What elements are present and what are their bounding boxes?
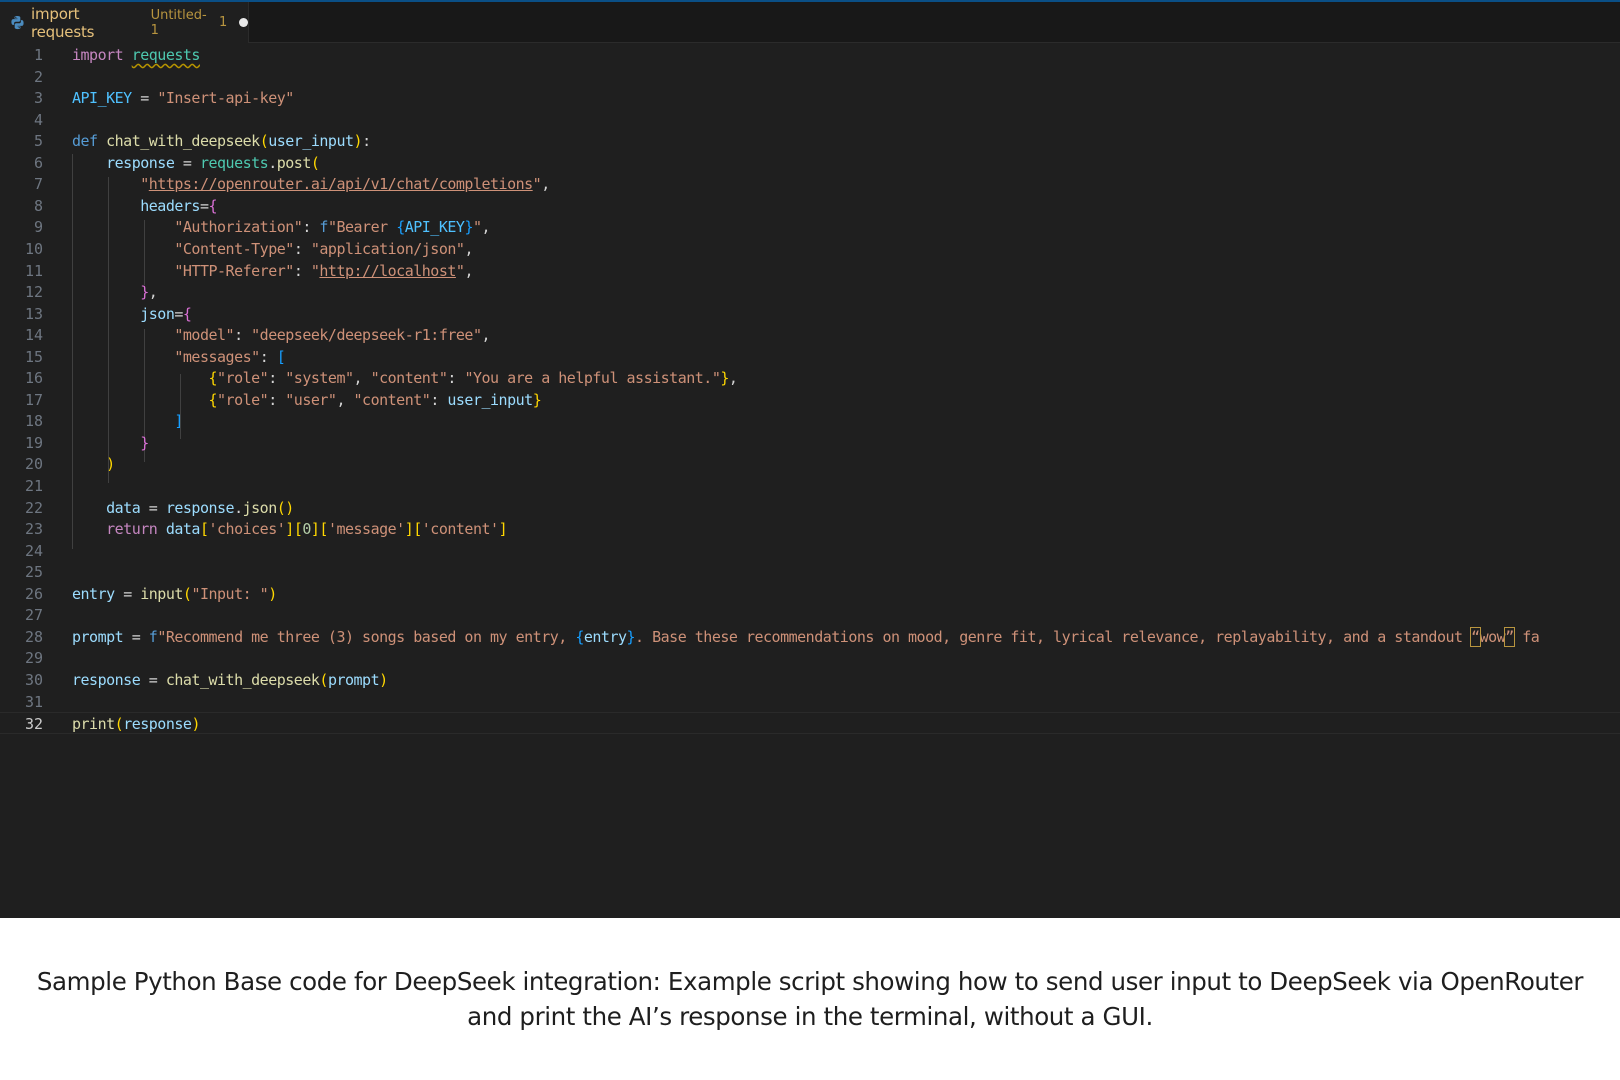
line-number: 17 [24, 390, 43, 409]
line-number: 22 [24, 498, 43, 517]
line-number: 11 [24, 261, 43, 280]
code-line[interactable]: 31 [0, 691, 1620, 713]
line-number: 4 [33, 110, 43, 129]
line-number: 19 [24, 433, 43, 452]
code-line[interactable]: 4 [0, 109, 1620, 131]
code-line[interactable]: 5 def chat_with_deepseek(user_input): [0, 130, 1620, 152]
code-line[interactable]: 21 [0, 475, 1620, 497]
code-line[interactable]: 18 ] [0, 410, 1620, 432]
line-number: 18 [24, 412, 43, 431]
line-number: 26 [24, 584, 43, 603]
code-text: response = chat_with_deepseek(prompt) [72, 670, 388, 689]
code-text: "HTTP-Referer": "http://localhost", [174, 261, 473, 280]
editor-window: import requests Untitled-1 1 1 import req… [0, 0, 1620, 918]
tab-problem-count: 1 [219, 15, 228, 30]
code-text: prompt = f"Recommend me three (3) songs … [72, 626, 1540, 647]
code-line[interactable]: 11 "HTTP-Referer": "http://localhost", [0, 260, 1620, 282]
tab-untitled-1[interactable]: import requests Untitled-1 1 [0, 2, 249, 43]
code-text: headers={ [140, 196, 218, 215]
code-line[interactable]: 3 API_KEY = "Insert-api-key" [0, 87, 1620, 109]
line-number: 9 [33, 218, 43, 237]
line-number: 15 [24, 347, 43, 366]
code-line[interactable]: 1 import requests [0, 44, 1620, 66]
code-line[interactable]: 16 {"role": "system", "content": "You ar… [0, 367, 1620, 389]
code-line[interactable]: 13 json={ [0, 303, 1620, 325]
code-line[interactable]: 15 "messages": [ [0, 346, 1620, 368]
line-number: 7 [33, 175, 43, 194]
line-number: 12 [24, 283, 43, 302]
code-line[interactable]: 10 "Content-Type": "application/json", [0, 238, 1620, 260]
code-line[interactable]: 28 prompt = f"Recommend me three (3) song… [0, 626, 1620, 648]
code-text: def chat_with_deepseek(user_input): [72, 132, 371, 151]
line-number: 32 [24, 715, 43, 734]
unsaved-dot-icon[interactable] [239, 18, 248, 27]
code-text: ) [106, 455, 115, 474]
code-text: } [140, 433, 149, 452]
code-line[interactable]: 29 [0, 647, 1620, 669]
code-line[interactable]: 17 {"role": "user", "content": user_inpu… [0, 389, 1620, 411]
line-number: 29 [24, 649, 43, 668]
code-text: ] [174, 412, 183, 431]
python-icon [10, 15, 25, 30]
code-line[interactable]: 12 }, [0, 281, 1620, 303]
code-line[interactable]: 8 headers={ [0, 195, 1620, 217]
line-number: 3 [33, 89, 43, 108]
code-line[interactable]: 24 [0, 540, 1620, 562]
code-text: entry = input("Input: ") [72, 584, 277, 603]
line-number: 27 [24, 606, 43, 625]
code-line[interactable]: 14 "model": "deepseek/deepseek-r1:free", [0, 324, 1620, 346]
line-number: 14 [24, 326, 43, 345]
code-text: data = response.json() [106, 498, 294, 517]
tab-bar: import requests Untitled-1 1 [0, 2, 1620, 43]
code-text: import requests [72, 46, 200, 64]
code-line[interactable]: 9 "Authorization": f"Bearer {API_KEY}", [0, 216, 1620, 238]
caption: Sample Python Base code for DeepSeek int… [0, 918, 1620, 1080]
code-text: response = requests.post( [106, 153, 320, 172]
line-number: 2 [33, 67, 43, 86]
code-line[interactable]: 27 [0, 604, 1620, 626]
tab-title: import requests [31, 4, 95, 41]
code-text: json={ [140, 304, 192, 323]
line-number: 28 [24, 627, 43, 646]
code-line[interactable]: 26 entry = input("Input: ") [0, 583, 1620, 605]
line-number: 21 [24, 477, 43, 495]
line-number: 16 [24, 369, 43, 388]
line-number: 13 [24, 304, 43, 323]
code-text: print(response) [72, 715, 200, 734]
code-text: API_KEY = "Insert-api-key" [72, 89, 294, 108]
code-line[interactable]: 20 ) [0, 453, 1620, 475]
line-number: 6 [33, 153, 43, 172]
line-number: 30 [24, 670, 43, 689]
code-text: "https://openrouter.ai/api/v1/chat/compl… [140, 175, 550, 194]
code-text: "model": "deepseek/deepseek-r1:free", [174, 326, 491, 345]
code-line[interactable]: 25 [0, 561, 1620, 583]
code-line[interactable]: 6 response = requests.post( [0, 152, 1620, 174]
code-line[interactable]: 32 print(response) [0, 712, 1620, 735]
tab-subtitle: Untitled-1 [150, 7, 207, 38]
caption-text: Sample Python Base code for DeepSeek int… [36, 967, 1584, 1031]
line-number: 10 [24, 239, 43, 258]
line-number: 1 [33, 46, 43, 64]
code-line[interactable]: 7 "https://openrouter.ai/api/v1/chat/com… [0, 173, 1620, 195]
code-editor[interactable]: 1 import requests 2 3 API_KEY = "Insert-api-… [0, 44, 1620, 918]
line-number: 24 [24, 541, 43, 560]
code-line[interactable]: 22 data = response.json() [0, 497, 1620, 519]
code-line[interactable]: 2 [0, 66, 1620, 88]
code-line[interactable]: 30 response = chat_with_deepseek(prompt) [0, 669, 1620, 691]
code-line[interactable]: 19 } [0, 432, 1620, 454]
code-text: "Content-Type": "application/json", [174, 239, 473, 258]
code-text: "Authorization": f"Bearer {API_KEY}", [174, 218, 491, 237]
code-line[interactable]: 23 return data['choices'][0]['message'][… [0, 518, 1620, 540]
line-number: 5 [33, 132, 43, 151]
code-text: {"role": "user", "content": user_input} [208, 390, 542, 409]
line-number: 8 [33, 196, 43, 215]
line-number: 25 [24, 563, 43, 582]
line-number: 20 [24, 455, 43, 474]
code-text: return data['choices'][0]['message']['co… [106, 520, 508, 539]
line-number: 31 [24, 692, 43, 711]
code-text: "messages": [ [174, 347, 286, 366]
code-text: {"role": "system", "content": "You are a… [208, 369, 738, 388]
line-number: 23 [24, 520, 43, 539]
code-text: }, [140, 283, 158, 302]
